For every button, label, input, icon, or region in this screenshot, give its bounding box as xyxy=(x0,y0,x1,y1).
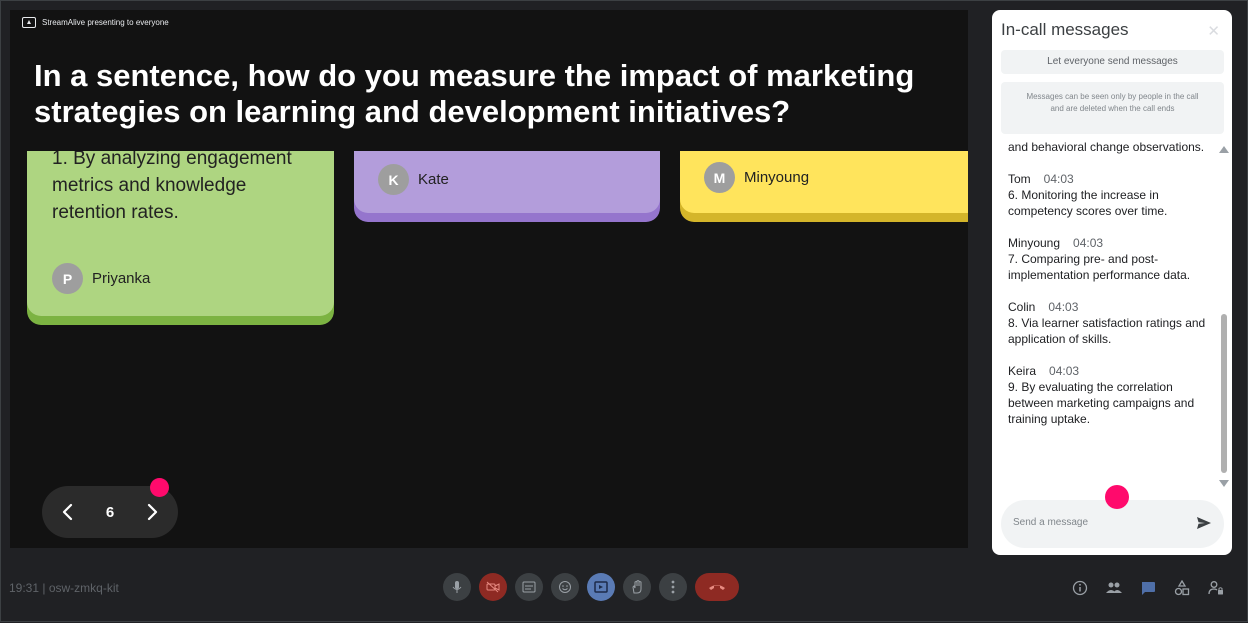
response-text: 1. By analyzing engagement metrics and k… xyxy=(52,151,292,223)
chat-panel: In-call messages ✕ Let everyone send mes… xyxy=(992,10,1232,555)
phone-hangup-icon xyxy=(709,585,725,590)
response-author: P Priyanka xyxy=(52,263,150,294)
presentation-stage: StreamAlive presenting to everyone In a … xyxy=(10,10,968,548)
author-name: Minyoung xyxy=(744,169,810,186)
emoji-icon xyxy=(559,581,571,593)
meeting-controls-bar: 19:31 | osw-zmkq-kit xyxy=(1,555,1248,623)
meet-window: StreamAlive presenting to everyone In a … xyxy=(0,0,1248,622)
cursor-dot xyxy=(150,478,169,497)
response-card: M Minyoung xyxy=(680,151,968,213)
message-text: 7. Comparing pre- and post-implementatio… xyxy=(1008,252,1191,282)
present-button[interactable] xyxy=(587,573,615,601)
message-sender: Keira xyxy=(1008,364,1037,378)
response-card: 1. By analyzing engagement metrics and k… xyxy=(27,151,334,316)
message-item: Tom 04:03 6. Monitoring the increase in c… xyxy=(1008,171,1208,219)
message-item: Keira 04:03 9. By evaluating the correlat… xyxy=(1008,363,1208,427)
page-number: 6 xyxy=(105,503,115,521)
more-vertical-icon xyxy=(671,580,675,594)
message-text: 6. Monitoring the increase in competency… xyxy=(1008,188,1168,218)
activities-button[interactable] xyxy=(1173,579,1191,597)
message-sender: Minyoung xyxy=(1008,236,1061,250)
message-item: Minyoung 04:03 7. Comparing pre- and post… xyxy=(1008,235,1208,283)
message-sender: Tom xyxy=(1008,172,1031,186)
hand-icon xyxy=(632,580,642,594)
response-author: M Minyoung xyxy=(704,162,809,193)
present-screen-icon xyxy=(22,17,36,28)
message-text: 8. Via learner satisfaction ratings and … xyxy=(1008,316,1206,346)
message-text: 9. By evaluating the correlation between… xyxy=(1008,380,1195,426)
question-title: In a sentence, how do you measure the im… xyxy=(34,58,915,129)
captions-button[interactable] xyxy=(515,573,543,601)
side-panel-toggles xyxy=(1071,579,1225,597)
scroll-up-arrow-icon[interactable] xyxy=(1219,146,1229,153)
close-icon[interactable]: ✕ xyxy=(1207,22,1220,40)
raise-hand-button[interactable] xyxy=(623,573,651,601)
camera-off-icon xyxy=(486,581,500,593)
people-icon xyxy=(1106,582,1122,593)
response-card: K Kate xyxy=(354,151,660,213)
chat-title: In-call messages xyxy=(1001,20,1129,39)
send-icon xyxy=(1197,517,1211,529)
chat-icon xyxy=(1142,581,1155,595)
previous-slide-button[interactable] xyxy=(56,500,80,524)
message-time: 04:03 xyxy=(1048,300,1079,314)
message-text: and behavioral change observations. xyxy=(1008,140,1205,154)
response-author: K Kate xyxy=(378,164,449,195)
chevron-right-icon xyxy=(147,503,158,521)
message-time: 04:03 xyxy=(1043,172,1074,186)
info-icon xyxy=(1072,580,1088,596)
avatar: K xyxy=(378,164,409,195)
message-item: Colin 04:03 8. Via learner satisfaction r… xyxy=(1008,299,1208,347)
captions-icon xyxy=(522,581,536,593)
people-button[interactable] xyxy=(1105,579,1123,597)
avatar: P xyxy=(52,263,83,294)
send-button[interactable] xyxy=(1196,516,1212,530)
scroll-down-arrow-icon[interactable] xyxy=(1219,480,1229,487)
presenting-label: StreamAlive presenting to everyone xyxy=(42,18,169,27)
more-options-button[interactable] xyxy=(659,573,687,601)
let-everyone-send-toggle[interactable]: Let everyone send messages xyxy=(1001,50,1224,74)
microphone-icon xyxy=(452,581,462,593)
chat-info-text: Messages can be seen only by people in t… xyxy=(1001,82,1224,134)
end-call-button[interactable] xyxy=(695,573,739,601)
lock-person-icon xyxy=(1208,581,1223,595)
author-name: Priyanka xyxy=(92,270,151,287)
reactions-button[interactable] xyxy=(551,573,579,601)
call-controls xyxy=(443,573,739,601)
message-list[interactable]: and behavioral change observations. Tom 0… xyxy=(1008,139,1208,484)
meeting-info: 19:31 | osw-zmkq-kit xyxy=(9,581,119,595)
camera-button[interactable] xyxy=(479,573,507,601)
microphone-button[interactable] xyxy=(443,573,471,601)
author-name: Kate xyxy=(418,171,449,188)
message-time: 04:03 xyxy=(1073,236,1104,250)
avatar: M xyxy=(704,162,735,193)
present-screen-icon xyxy=(594,581,608,593)
host-controls-button[interactable] xyxy=(1207,579,1225,597)
cursor-dot xyxy=(1105,485,1129,509)
message-input[interactable] xyxy=(1013,517,1183,528)
presenting-indicator: StreamAlive presenting to everyone xyxy=(22,17,169,28)
chevron-left-icon xyxy=(62,503,73,521)
message-time: 04:03 xyxy=(1049,364,1080,378)
scrollbar-thumb[interactable] xyxy=(1221,314,1227,473)
next-slide-button[interactable] xyxy=(140,500,164,524)
shapes-icon xyxy=(1174,580,1190,596)
chat-button[interactable] xyxy=(1139,579,1157,597)
message-sender: Colin xyxy=(1008,300,1036,314)
meeting-details-button[interactable] xyxy=(1071,579,1089,597)
